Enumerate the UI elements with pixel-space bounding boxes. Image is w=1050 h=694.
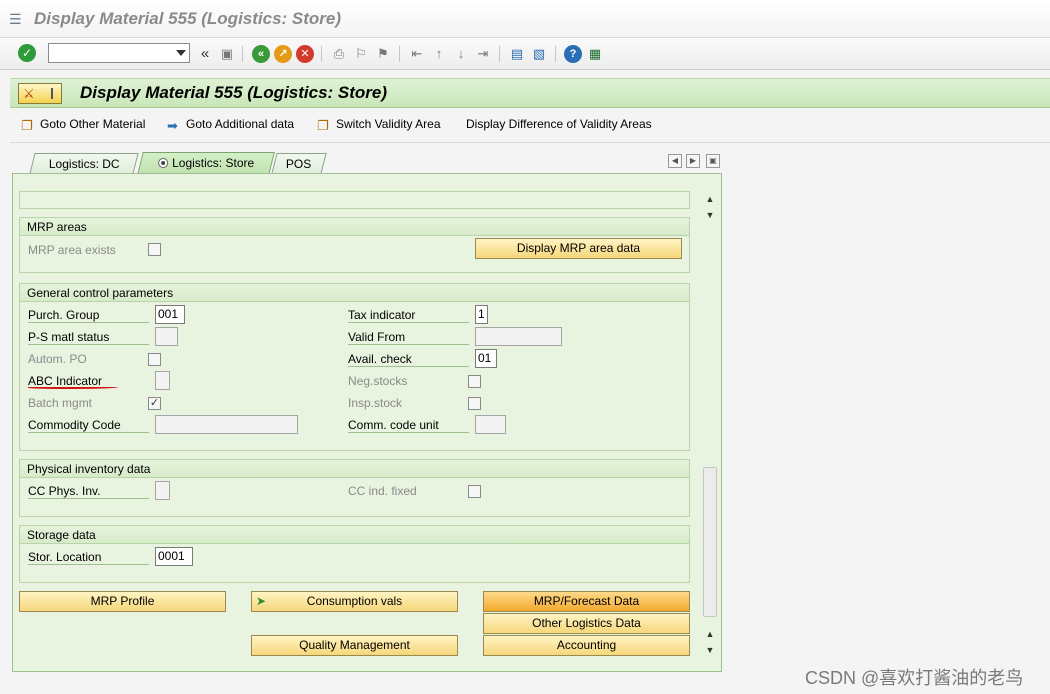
cc-phys-inv-label: CC Phys. Inv.	[28, 483, 149, 499]
avail-check-label: Avail. check	[348, 351, 469, 367]
exit-icon[interactable]: ↗	[274, 45, 292, 63]
tax-indicator-field[interactable]: 1	[475, 305, 488, 324]
cc-phys-inv-field[interactable]	[155, 481, 170, 500]
tab-scroll-left-icon[interactable]: ◀	[668, 154, 682, 168]
tab-active-indicator-icon	[158, 158, 169, 168]
toolbar-divider	[499, 46, 500, 62]
toolbar-divider	[555, 46, 556, 62]
arrow-right-icon: ➡	[167, 118, 178, 133]
tax-indicator-label: Tax indicator	[348, 307, 469, 323]
cc-ind-fixed-checkbox	[468, 485, 481, 498]
commodity-code-field[interactable]	[155, 415, 298, 434]
next-page-icon[interactable]: ↓	[452, 45, 470, 63]
tab-logistics-store[interactable]: Logistics: Store	[137, 152, 275, 175]
cc-ind-fixed-label: CC ind. fixed	[348, 484, 417, 498]
screen-header: ⚔ Display Material 555 (Logistics: Store…	[10, 78, 1050, 108]
scroll-up-icon[interactable]: ▲	[703, 193, 717, 205]
csdn-watermark: CSDN @喜欢打酱油的老鸟	[805, 668, 1024, 688]
tab-list-icon[interactable]: ▣	[706, 154, 720, 168]
goto-material-icon: ❐	[21, 118, 33, 133]
back-arrows-icon[interactable]: «	[196, 45, 214, 63]
toolbar-divider	[321, 46, 322, 62]
insp-stock-checkbox	[468, 397, 481, 410]
valid-from-label: Valid From	[348, 329, 469, 345]
command-field[interactable]	[48, 43, 190, 63]
avail-check-field[interactable]: 01	[475, 349, 497, 368]
consumption-icon: ➤	[256, 594, 267, 608]
general-control-title: General control parameters	[20, 284, 689, 302]
shortcut-icon[interactable]: ▧	[530, 45, 548, 63]
ps-matl-status-label: P-S matl status	[28, 329, 149, 345]
scrollbar-thumb[interactable]	[703, 467, 717, 617]
key-icon: ⚔	[23, 86, 35, 101]
tab-pos[interactable]: POS	[271, 153, 327, 174]
stor-location-label: Stor. Location	[28, 549, 149, 565]
window-title-bar: ☰ Display Material 555 (Logistics: Store…	[0, 0, 1050, 38]
commodity-code-label: Commodity Code	[28, 417, 149, 433]
neg-stocks-label: Neg.stocks	[348, 374, 408, 388]
goto-additional-data-button[interactable]: ➡ Goto Additional data	[167, 117, 294, 135]
mrp-profile-button[interactable]: MRP Profile	[19, 591, 226, 612]
autom-po-checkbox	[148, 353, 161, 366]
storage-data-title: Storage data	[20, 526, 689, 544]
window-title: Display Material 555 (Logistics: Store)	[34, 9, 342, 28]
display-mrp-area-data-button[interactable]: Display MRP area data	[475, 238, 682, 259]
stor-location-field[interactable]: 0001	[155, 547, 193, 566]
display-difference-button[interactable]: Display Difference of Validity Areas	[466, 117, 652, 135]
window-menu-icon[interactable]: ☰	[9, 11, 22, 28]
last-page-icon[interactable]: ⇥	[474, 45, 492, 63]
purch-group-field[interactable]: 001	[155, 305, 185, 324]
object-menu-button[interactable]: ⚔	[18, 83, 62, 104]
toolbar-divider	[399, 46, 400, 62]
scroll-down-icon[interactable]: ▼	[703, 209, 717, 221]
ps-matl-status-field[interactable]	[155, 327, 178, 346]
valid-from-field[interactable]	[475, 327, 562, 346]
abc-indicator-field[interactable]	[155, 371, 170, 390]
scroll-down-bottom-icon[interactable]: ▼	[703, 644, 717, 656]
divider	[51, 88, 57, 99]
layout-icon[interactable]: ▦	[586, 45, 604, 63]
switch-icon: ❐	[317, 118, 329, 133]
find-icon[interactable]: ⚐	[352, 45, 370, 63]
switch-validity-area-button[interactable]: ❐ Switch Validity Area	[317, 117, 441, 135]
find-next-icon[interactable]: ⚑	[374, 45, 392, 63]
toolbar-divider	[242, 46, 243, 62]
quality-management-button[interactable]: Quality Management	[251, 635, 458, 656]
physical-inventory-title: Physical inventory data	[20, 460, 689, 478]
autom-po-label: Autom. PO	[28, 352, 87, 366]
chevron-down-icon[interactable]	[176, 50, 186, 56]
prev-page-icon[interactable]: ↑	[430, 45, 448, 63]
print-icon[interactable]: ⎙	[330, 45, 348, 63]
mrp-areas-title: MRP areas	[20, 218, 689, 236]
create-session-icon[interactable]: ▤	[508, 45, 526, 63]
neg-stocks-checkbox	[468, 375, 481, 388]
consumption-vals-button[interactable]: ➤ Consumption vals	[251, 591, 458, 612]
save-icon[interactable]: ▣	[218, 45, 236, 63]
cancel-icon[interactable]: ✕	[296, 45, 314, 63]
page-title: Display Material 555 (Logistics: Store)	[80, 83, 388, 102]
comm-code-unit-label: Comm. code unit	[348, 417, 469, 433]
mrp-area-exists-label: MRP area exists	[28, 243, 116, 257]
other-logistics-data-button[interactable]: Other Logistics Data	[483, 613, 690, 634]
enter-icon[interactable]: ✓	[18, 44, 36, 62]
mrp-area-exists-checkbox	[148, 243, 161, 256]
insp-stock-label: Insp.stock	[348, 396, 403, 410]
top-group-remnant	[19, 191, 690, 209]
accounting-button[interactable]: Accounting	[483, 635, 690, 656]
back-icon[interactable]: «	[252, 45, 270, 63]
tab-logistics-dc[interactable]: Logistics: DC	[29, 153, 139, 174]
scroll-up-bottom-icon[interactable]: ▲	[703, 628, 717, 640]
batch-mgmt-label: Batch mgmt	[28, 396, 93, 410]
purch-group-label: Purch. Group	[28, 307, 149, 323]
first-page-icon[interactable]: ⇤	[408, 45, 426, 63]
tab-scroll-right-icon[interactable]: ▶	[686, 154, 700, 168]
mrp-forecast-data-button[interactable]: MRP/Forecast Data	[483, 591, 690, 612]
help-icon[interactable]: ?	[564, 45, 582, 63]
batch-mgmt-checkbox: ✓	[148, 397, 161, 410]
command-input[interactable]	[51, 45, 169, 61]
goto-other-material-button[interactable]: ❐ Goto Other Material	[21, 117, 145, 135]
comm-code-unit-field[interactable]	[475, 415, 506, 434]
